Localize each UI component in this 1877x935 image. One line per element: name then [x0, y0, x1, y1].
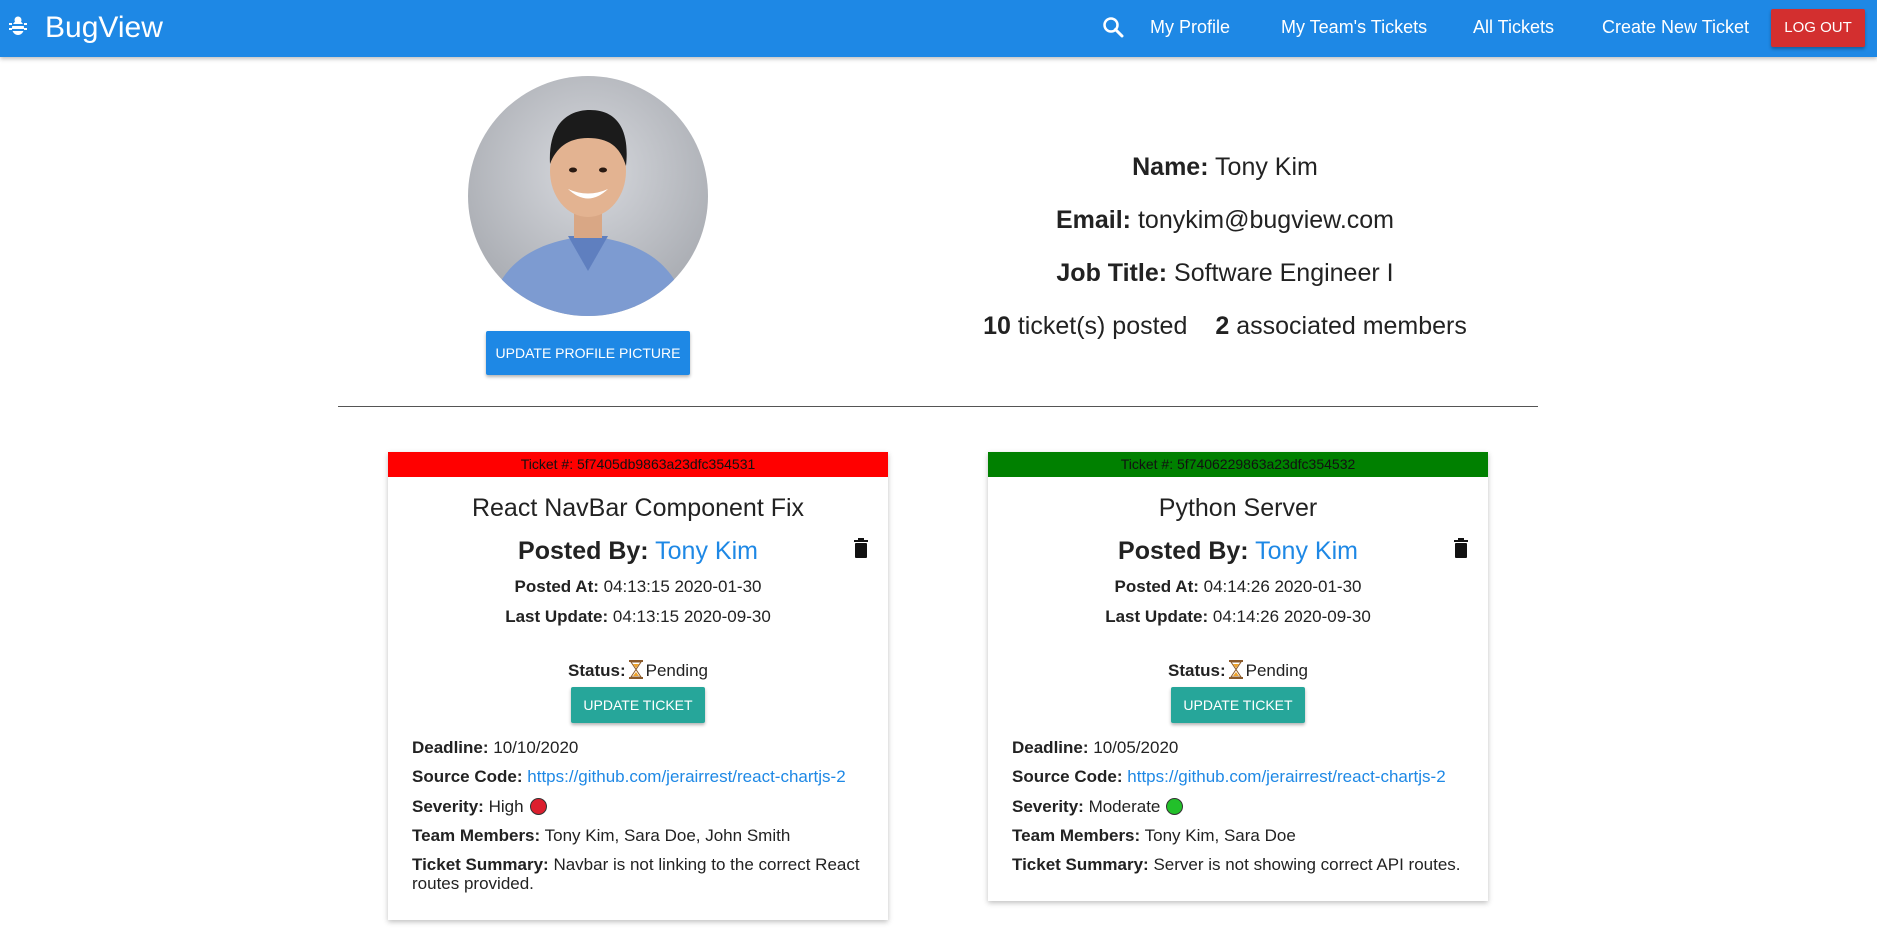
severity-dot [529, 798, 547, 815]
ticket-status: Status: Pending [567, 660, 708, 680]
brand-title[interactable]: BugView [45, 8, 163, 48]
ticket-summary: Ticket Summary: Server is not showing co… [1012, 855, 1461, 874]
profile-job-title: Job Title: Software Engineer I [1056, 259, 1394, 287]
ticket-header: Ticket #: 5f7406229863a23dfc354532 [988, 452, 1488, 477]
poster-link[interactable]: Tony Kim [655, 537, 758, 565]
ticket-summary: Ticket Summary: Navbar is not linking to… [412, 855, 860, 893]
ticket-header: Ticket #: 5f7405db9863a23dfc354531 [388, 452, 888, 477]
update-ticket-button[interactable]: UPDATE TICKET [571, 687, 705, 723]
members-count: 2 [1215, 312, 1230, 340]
posted-by: Posted By: Tony Kim [1118, 537, 1358, 565]
hourglass-icon [1228, 660, 1243, 679]
ticket-severity: Severity: Moderate [1012, 797, 1472, 816]
ticket-source-code: Source Code: https://github.com/jerairre… [412, 767, 846, 786]
update-profile-picture-button[interactable]: UPDATE PROFILE PICTURE [486, 331, 690, 375]
hourglass-icon [628, 660, 643, 679]
ticket-id: 5f7406229863a23dfc354532 [1176, 456, 1356, 472]
ticket-deadline: Deadline: 10/05/2020 [1012, 738, 1179, 757]
ticket-severity: Severity: High [412, 797, 872, 816]
profile-stats: 10 ticket(s) posted 2 associated members [983, 312, 1467, 340]
trash-icon[interactable] [1453, 538, 1469, 558]
tickets-count: 10 [983, 312, 1011, 340]
ticket-source-code: Source Code: https://github.com/jerairre… [1012, 767, 1446, 786]
avatar [468, 76, 708, 316]
ticket-title: React NavBar Component Fix [471, 494, 805, 522]
ticket-title: Python Server [1158, 494, 1318, 522]
ticket-status: Status: Pending [1167, 660, 1308, 680]
nav-create-new-ticket[interactable]: Create New Ticket [1602, 15, 1749, 39]
ticket-deadline: Deadline: 10/10/2020 [412, 738, 579, 757]
bug-icon [9, 16, 27, 35]
section-divider [338, 406, 1538, 407]
ticket-card: Ticket #: 5f7405db9863a23dfc354531 React… [388, 452, 888, 920]
ticket-card: Ticket #: 5f7406229863a23dfc354532 Pytho… [988, 452, 1488, 901]
nav-my-teams-tickets[interactable]: My Team's Tickets [1281, 15, 1427, 39]
posted-by: Posted By: Tony Kim [518, 537, 758, 565]
source-code-link[interactable]: https://github.com/jerairrest/react-char… [1127, 767, 1445, 786]
last-update: Last Update: 04:13:15 2020-09-30 [505, 607, 771, 626]
last-update: Last Update: 04:14:26 2020-09-30 [1105, 607, 1371, 626]
nav-all-tickets[interactable]: All Tickets [1473, 15, 1554, 39]
profile-email: Email: tonykim@bugview.com [1055, 206, 1394, 234]
poster-link[interactable]: Tony Kim [1255, 537, 1358, 565]
nav-my-profile[interactable]: My Profile [1150, 15, 1230, 39]
ticket-team-members: Team Members: Tony Kim, Sara Doe, John S… [412, 826, 791, 845]
ticket-team-members: Team Members: Tony Kim, Sara Doe [1012, 826, 1296, 845]
update-ticket-button[interactable]: UPDATE TICKET [1171, 687, 1305, 723]
profile-name: Name: Tony Kim [1132, 153, 1318, 181]
posted-at: Posted At: 04:13:15 2020-01-30 [514, 577, 762, 596]
ticket-id: 5f7405db9863a23dfc354531 [576, 456, 756, 472]
severity-dot [1166, 798, 1184, 815]
logout-button[interactable]: LOG OUT [1771, 9, 1865, 47]
trash-icon[interactable] [853, 538, 869, 558]
search-icon[interactable] [1102, 16, 1124, 38]
source-code-link[interactable]: https://github.com/jerairrest/react-char… [527, 767, 845, 786]
posted-at: Posted At: 04:14:26 2020-01-30 [1114, 577, 1362, 596]
top-navbar: BugView My Profile My Team's Tickets All… [0, 0, 1877, 57]
